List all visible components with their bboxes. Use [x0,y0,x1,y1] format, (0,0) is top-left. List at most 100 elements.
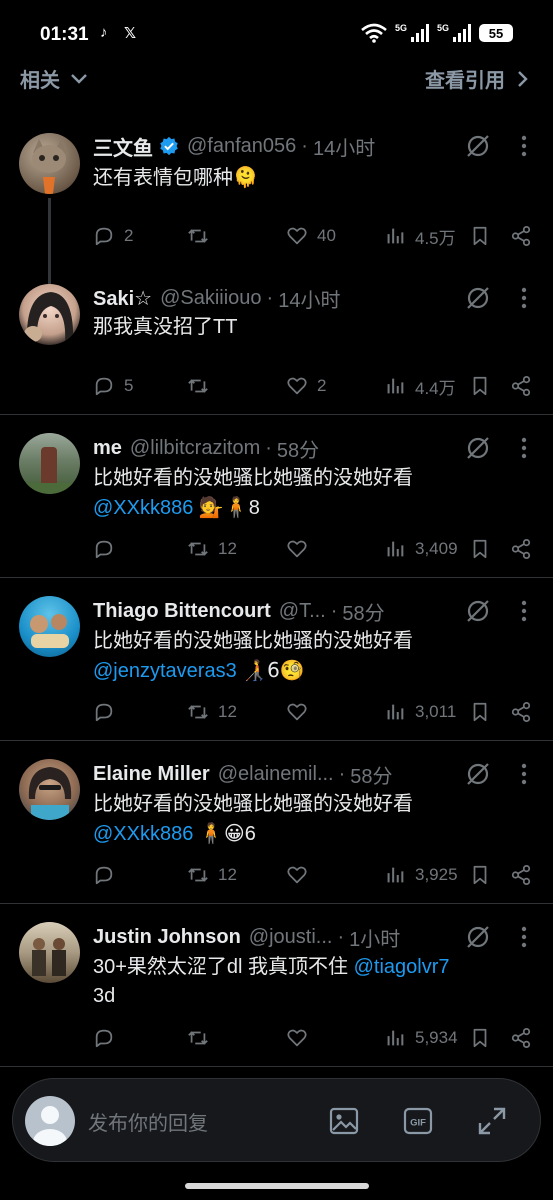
view-count: 3,409 [415,539,458,558]
tweet[interactable]: Thiago Bittencourt @T... · 58分 比她好看的没她骚比… [0,591,553,741]
timestamp[interactable]: 1小时 [349,923,400,951]
views-button[interactable]: 4.4万 [384,372,456,400]
timestamp[interactable]: 58分 [350,760,392,788]
bookmark-button[interactable] [469,1024,491,1052]
gif-icon[interactable]: GIF [402,1105,434,1137]
avatar[interactable] [19,922,80,983]
bookmark-button[interactable] [469,372,491,400]
handle[interactable]: @fanfan056 [187,135,296,158]
mention-link[interactable]: @XXkk886 [93,823,193,845]
bookmark-icon [473,1028,487,1048]
share-button[interactable] [510,1024,532,1052]
handle[interactable]: @T... [279,600,326,623]
mention-link[interactable]: @XXkk886 [93,497,193,519]
share-button[interactable] [510,372,532,400]
reply-button[interactable] [93,698,124,726]
like-button[interactable] [286,861,317,889]
home-indicator[interactable] [185,1183,369,1189]
like-button[interactable] [286,1024,317,1052]
more-options-icon[interactable] [521,135,527,157]
handle[interactable]: @jousti... [249,926,333,949]
like-button[interactable] [286,535,317,563]
views-button[interactable]: 3,409 [384,535,458,563]
display-name[interactable]: Justin Johnson [93,926,241,949]
more-options-icon[interactable] [521,763,527,785]
handle[interactable]: @elainemil... [218,763,334,786]
reply-button[interactable] [93,861,124,889]
handle[interactable]: @Sakiiiouo [160,287,261,310]
views-button[interactable]: 4.5万 [384,222,456,250]
avatar[interactable] [19,284,80,345]
network-type-1: 5G [394,23,407,33]
more-options-icon[interactable] [521,287,527,309]
reply-button[interactable] [93,535,124,563]
like-button[interactable] [286,698,317,726]
timestamp[interactable]: 14小时 [278,284,340,312]
tweet[interactable]: Justin Johnson @jousti... · 1小时 30+果然太涩了… [0,917,553,1067]
retweet-icon [188,542,208,556]
share-icon [511,1027,531,1049]
grok-icon[interactable] [465,761,491,787]
retweet-button[interactable]: 12 [187,698,237,726]
reply-icon [95,227,113,246]
like-button[interactable]: 2 [286,372,326,400]
retweet-button[interactable] [187,1024,218,1052]
bookmark-button[interactable] [469,222,491,250]
reply-button[interactable] [93,1024,124,1052]
bookmark-button[interactable] [469,698,491,726]
retweet-button[interactable] [187,222,218,250]
grok-icon[interactable] [465,924,491,950]
like-button[interactable]: 40 [286,222,336,250]
retweet-button[interactable]: 12 [187,861,237,889]
more-options-icon[interactable] [521,437,527,459]
mention-link[interactable]: @jenzytaveras3 [93,660,237,682]
reply-button[interactable]: 5 [93,372,133,400]
share-button[interactable] [510,535,532,563]
timestamp[interactable]: 58分 [342,597,384,625]
mention-link[interactable]: @tiagolvr7 [354,956,450,978]
reply-input[interactable]: 发布你的回复 [88,1107,208,1136]
user-avatar[interactable] [25,1096,75,1146]
grok-icon[interactable] [465,598,491,624]
display-name[interactable]: Thiago Bittencourt [93,600,271,623]
display-name[interactable]: 三文鱼 [93,132,153,160]
more-options-icon[interactable] [521,600,527,622]
timestamp[interactable]: 58分 [277,434,319,462]
timestamp[interactable]: 14小时 [313,132,375,160]
reply-button[interactable]: 2 [93,222,133,250]
view-count: 4.5万 [415,228,456,248]
tweet[interactable]: Saki☆ @Sakiiiouo · 14小时 那我真没招了TT 5 2 4.4… [0,278,553,414]
share-button[interactable] [510,861,532,889]
display-name[interactable]: Elaine Miller [93,763,210,786]
display-name[interactable]: Saki☆ [93,286,152,311]
tweet[interactable]: 三文鱼 @fanfan056 · 14小时 还有表情包哪种🫠 2 40 4.5万 [0,128,553,288]
handle[interactable]: @lilbitcrazitom [130,437,260,460]
tweet[interactable]: me @lilbitcrazitom · 58分 比她好看的没她骚比她骚的没她好… [0,428,553,578]
views-button[interactable]: 3,925 [384,861,458,889]
more-options-icon[interactable] [521,926,527,948]
grok-icon[interactable] [465,435,491,461]
retweet-button[interactable]: 12 [187,535,237,563]
tweet-text: 比她好看的没她骚比她骚的没她好看 @jenzytaveras3 🧑‍🦯6🧐 [93,630,413,682]
avatar[interactable] [19,433,80,494]
grok-icon[interactable] [465,285,491,311]
reply-icon [95,703,113,722]
share-button[interactable] [510,698,532,726]
grok-icon[interactable] [465,133,491,159]
share-button[interactable] [510,222,532,250]
reply-composer: 发布你的回复 GIF [12,1078,541,1162]
image-icon[interactable] [328,1105,360,1137]
views-button[interactable]: 3,011 [384,698,456,726]
avatar[interactable] [19,596,80,657]
view-quotes-link[interactable]: 查看引用 [425,64,529,93]
views-button[interactable]: 5,934 [384,1024,458,1052]
display-name[interactable]: me [93,437,122,460]
bookmark-button[interactable] [469,861,491,889]
avatar[interactable] [19,759,80,820]
sort-dropdown[interactable]: 相关 [20,64,88,93]
retweet-button[interactable] [187,372,218,400]
expand-icon[interactable] [476,1105,508,1137]
avatar[interactable] [19,133,80,194]
tweet[interactable]: Elaine Miller @elainemil... · 58分 比她好看的没… [0,754,553,904]
bookmark-button[interactable] [469,535,491,563]
